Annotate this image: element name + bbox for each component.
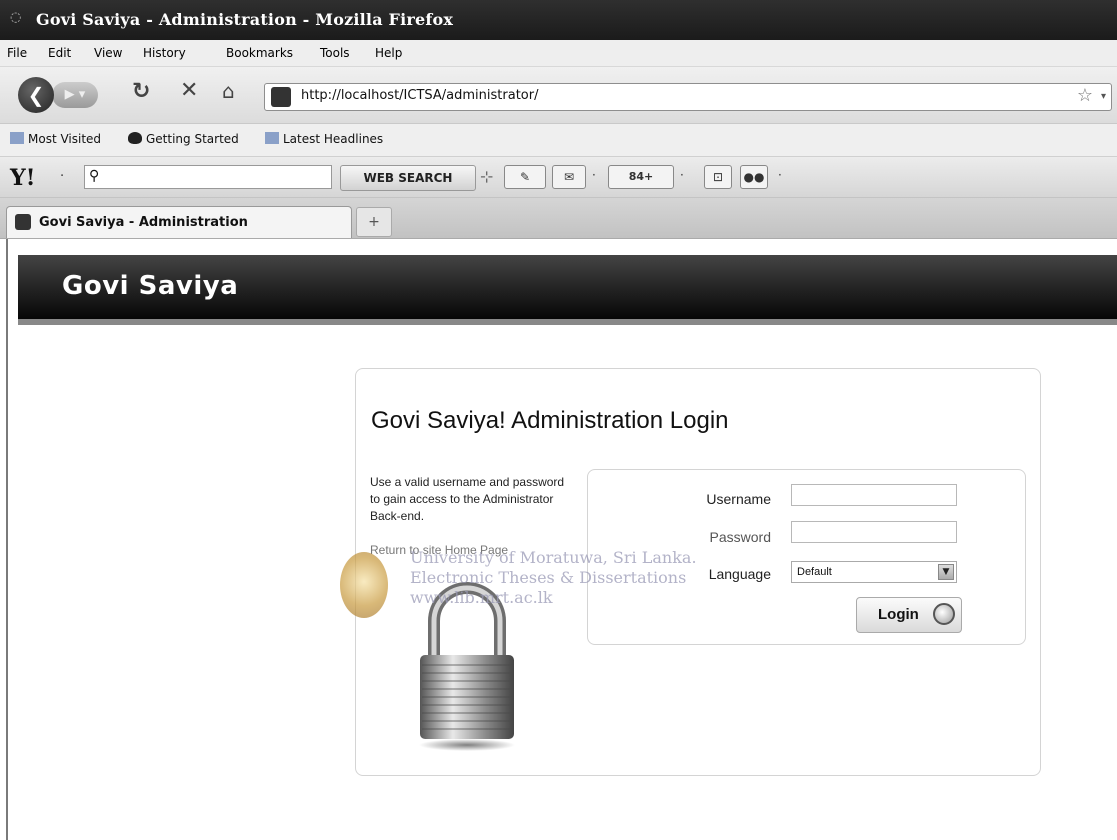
menu-edit[interactable]: Edit (48, 46, 71, 60)
bookmark-folder-icon (10, 132, 24, 144)
username-input[interactable] (791, 484, 957, 506)
watermark-line-2: Electronic Theses & Dissertations (410, 568, 687, 587)
tab-strip: Govi Saviya - Administration + (0, 198, 1117, 239)
rss-feed-icon (265, 132, 279, 144)
window-titlebar: ◌ Govi Saviya - Administration - Mozilla… (0, 0, 1117, 40)
login-help-text: Use a valid username and password to gai… (370, 475, 565, 523)
web-search-button[interactable]: WEB SEARCH (340, 165, 476, 191)
url-dropdown-icon[interactable]: ▾ (1101, 91, 1106, 102)
yahoo-logo[interactable]: Y! (10, 165, 35, 191)
watermark-line-1: University of Moratuwa, Sri Lanka. (410, 548, 697, 567)
stop-icon[interactable]: ✕ (180, 78, 198, 103)
tab-govi-saviya-admin[interactable]: Govi Saviya - Administration (6, 206, 352, 238)
tab-favicon-icon (15, 214, 31, 230)
bookmark-most-visited[interactable]: Most Visited (10, 132, 101, 146)
back-arrow-icon: ❮ (27, 83, 45, 107)
address-url[interactable]: http://localhost/ICTSA/administrator/ (301, 88, 538, 103)
university-seal-watermark (340, 552, 388, 618)
bookmark-label: Getting Started (146, 132, 239, 146)
yahoo-answers-icon[interactable]: ✎ (504, 165, 546, 189)
menu-bookmarks[interactable]: Bookmarks (226, 46, 293, 60)
bookmark-getting-started[interactable]: Getting Started (128, 132, 239, 146)
mail-badge: 84+ (628, 170, 654, 183)
language-select[interactable]: Default ▼ (791, 561, 957, 583)
mail-icon[interactable]: ✉ (552, 165, 586, 189)
mail-dropdown-icon[interactable]: · (592, 168, 596, 182)
university-watermark: University of Moratuwa, Sri Lanka. Elect… (410, 548, 697, 608)
navigation-toolbar: ▶ ▾ ❮ ↻ ✕ ⌂ http://localhost/ICTSA/admin… (0, 67, 1117, 124)
site-title: Govi Saviya (62, 271, 239, 301)
login-title: Govi Saviya! Administration Login (371, 407, 729, 434)
language-label: Language (708, 566, 771, 582)
new-tab-button[interactable]: + (356, 207, 392, 237)
page-content: Govi Saviya Govi Saviya! Administration … (0, 239, 1117, 840)
firefox-icon: ◌ (10, 10, 22, 25)
menu-view[interactable]: View (94, 46, 122, 60)
radio-icon[interactable]: ⊡ (704, 165, 732, 189)
login-button[interactable]: Login (856, 597, 962, 633)
banner-stripe (18, 319, 1117, 325)
menu-history[interactable]: History (143, 46, 186, 60)
bookmark-star-icon[interactable]: ☆ (1077, 85, 1093, 106)
watermark-line-3: www.lib.mrt.ac.lk (410, 588, 553, 607)
login-button-label: Login (878, 606, 919, 623)
select-chevron-down-icon: ▼ (938, 564, 954, 580)
home-icon[interactable]: ⌂ (222, 79, 235, 103)
messenger-dropdown-icon[interactable]: · (680, 168, 684, 182)
password-label: Password (709, 529, 771, 545)
menu-file[interactable]: File (7, 46, 27, 60)
password-input[interactable] (791, 521, 957, 543)
menu-tools[interactable]: Tools (320, 46, 350, 60)
menu-bar: File Edit View History Bookmarks Tools H… (0, 40, 1117, 67)
page-left-border (6, 239, 8, 840)
back-button[interactable]: ❮ (18, 77, 54, 113)
yahoo-toolbar: Y! · ⚲ WEB SEARCH ⊹ ✎ ✉ · 84+ · ⊡ ●● · (0, 157, 1117, 198)
language-selected-value: Default (797, 566, 832, 578)
menu-help[interactable]: Help (375, 46, 402, 60)
login-arrow-icon (933, 603, 955, 625)
username-label: Username (706, 491, 771, 507)
yahoo-search-input[interactable]: ⚲ (84, 165, 332, 189)
bookmark-label: Latest Headlines (283, 132, 384, 146)
plus-icon: + (368, 214, 380, 230)
bookmarks-toolbar: Most Visited Getting Started Latest Head… (0, 124, 1117, 157)
bookmark-label: Most Visited (28, 132, 102, 146)
site-header-banner: Govi Saviya (18, 255, 1117, 325)
reload-icon[interactable]: ↻ (132, 79, 150, 104)
bookmark-latest-headlines[interactable]: Latest Headlines (265, 132, 383, 146)
firefox-bookmark-icon (128, 132, 142, 144)
search-icon: ⚲ (89, 168, 100, 184)
toolbar-divider: ⊹ (480, 167, 494, 186)
yahoo-menu-dropdown-icon[interactable]: · (60, 169, 64, 184)
forward-arrow-icon: ▶ ▾ (64, 87, 86, 102)
address-bar[interactable]: http://localhost/ICTSA/administrator/ ☆ … (264, 83, 1112, 111)
flickr-icon[interactable]: ●● (740, 165, 768, 189)
tab-label: Govi Saviya - Administration (39, 215, 248, 230)
flickr-dropdown-icon[interactable]: · (778, 168, 782, 182)
site-favicon-icon (271, 87, 291, 107)
window-title: Govi Saviya - Administration - Mozilla F… (36, 10, 454, 29)
messenger-icon[interactable]: 84+ (608, 165, 674, 189)
forward-button[interactable]: ▶ ▾ (52, 82, 98, 108)
